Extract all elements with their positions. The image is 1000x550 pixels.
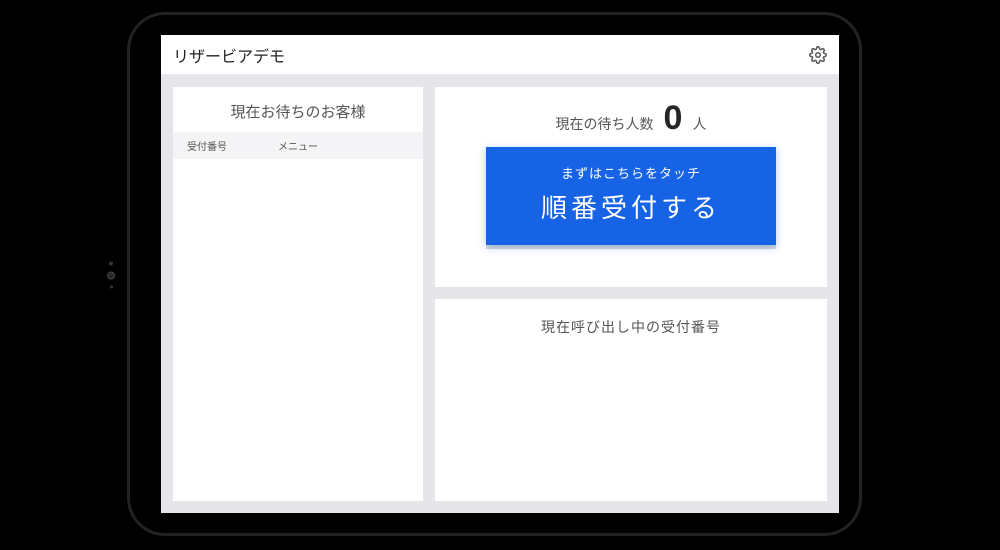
queue-status-card: 現在の待ち人数 0 人 まずはこちらをタッチ 順番受付する [435, 87, 827, 287]
gear-icon[interactable] [809, 46, 827, 64]
title-bar: リザービアデモ [161, 35, 839, 75]
waiting-list-title: 現在お待ちのお客様 [173, 87, 423, 132]
checkin-button[interactable]: まずはこちらをタッチ 順番受付する [486, 147, 776, 245]
now-calling-card: 現在呼び出し中の受付番号 [435, 299, 827, 501]
content-area: 現在お待ちのお客様 受付番号 メニュー 現在の待ち人数 0 人 [161, 75, 839, 513]
sensor-dot-icon [110, 286, 113, 289]
tablet-frame: リザービアデモ 現在お待ちのお客様 受付番号 メニュー [127, 12, 862, 536]
checkin-hint: まずはこちらをタッチ [486, 163, 776, 182]
front-camera-cluster [107, 262, 115, 289]
app-title: リザービアデモ [173, 43, 285, 67]
counter-value: 0 [664, 101, 683, 135]
column-header-menu: メニュー [278, 138, 423, 153]
now-calling-title: 現在呼び出し中の受付番号 [435, 317, 827, 337]
waiting-list-header: 受付番号 メニュー [173, 132, 423, 159]
waiting-list-card: 現在お待ちのお客様 受付番号 メニュー [173, 87, 423, 501]
app-screen: リザービアデモ 現在お待ちのお客様 受付番号 メニュー [161, 35, 839, 513]
counter-unit: 人 [692, 114, 706, 134]
waiting-counter: 現在の待ち人数 0 人 [556, 101, 707, 135]
camera-lens-icon [107, 272, 115, 280]
counter-label: 現在の待ち人数 [556, 114, 654, 134]
column-header-number: 受付番号 [173, 138, 278, 153]
checkin-label: 順番受付する [486, 188, 776, 225]
sensor-dot-icon [109, 262, 113, 266]
